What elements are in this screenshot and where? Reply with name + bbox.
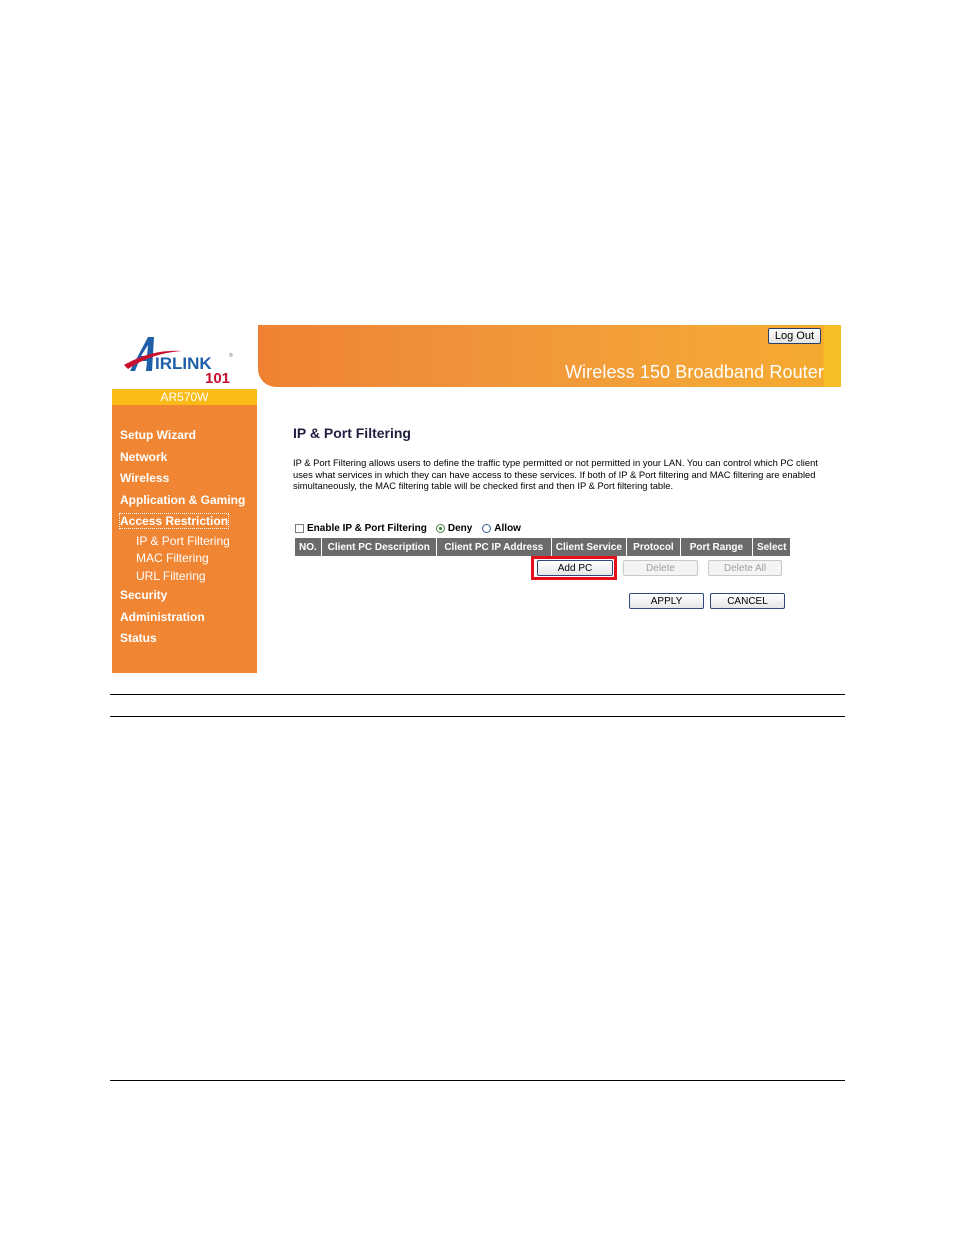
filter-options: Enable IP & Port Filtering Deny Allow: [295, 523, 521, 534]
sidebar-item-label: Application & Gaming: [120, 492, 246, 507]
divider-line: [110, 1080, 845, 1081]
sidebar-item-label: Administration: [120, 609, 205, 624]
sidebar-item-label: Security: [120, 588, 168, 602]
allow-radio[interactable]: [482, 524, 492, 533]
sidebar-subitem-url-filtering[interactable]: URL Filtering: [120, 568, 245, 586]
sidebar-item-label: Setup Wizard: [120, 428, 196, 442]
sidebar-item-label: Status: [120, 631, 157, 645]
sidebar-item-security[interactable]: Security: [120, 585, 245, 607]
col-port-range: Port Range: [680, 538, 753, 556]
svg-text:®: ®: [229, 352, 233, 359]
page-description: IP & Port Filtering allows users to defi…: [293, 457, 818, 491]
sidebar-subitem-mac-filtering[interactable]: MAC Filtering: [120, 550, 245, 568]
apply-button[interactable]: APPLY: [629, 593, 704, 609]
col-description: Client PC Description: [321, 538, 437, 556]
cancel-button[interactable]: CANCEL: [710, 593, 785, 609]
sidebar-item-administration[interactable]: Administration: [120, 607, 245, 629]
sidebar-item-setup-wizard[interactable]: Setup Wizard: [120, 425, 245, 447]
header-banner: Log Out Wireless 150 Broadband Router: [258, 325, 841, 387]
sidebar-item-label: Network: [120, 449, 168, 464]
enable-filtering-label: Enable IP & Port Filtering: [307, 523, 427, 534]
filter-rules-table: NO. Client PC Description Client PC IP A…: [295, 538, 791, 556]
sidebar: Setup Wizard Network Wireless Applicatio…: [112, 405, 257, 673]
sidebar-nav: Setup Wizard Network Wireless Applicatio…: [118, 425, 245, 650]
sidebar-item-wireless[interactable]: Wireless: [120, 468, 245, 490]
col-client-service: Client Service: [551, 538, 627, 556]
logo-text: IRLINK: [155, 354, 212, 373]
logout-button[interactable]: Log Out: [767, 328, 821, 344]
sidebar-item-access-restriction[interactable]: Access Restriction: [118, 511, 245, 533]
page-title: IP & Port Filtering: [293, 425, 411, 441]
enable-filtering-checkbox[interactable]: [295, 524, 304, 533]
airlink-logo: IRLINK ® 101: [112, 325, 258, 387]
col-protocol: Protocol: [626, 538, 681, 556]
delete-all-button[interactable]: Delete All: [708, 560, 782, 576]
col-ip-address: Client PC IP Address: [436, 538, 552, 556]
allow-label: Allow: [494, 523, 521, 534]
col-no: NO.: [295, 538, 322, 556]
model-label: AR570W: [112, 389, 257, 405]
delete-button[interactable]: Delete: [623, 560, 698, 576]
deny-label: Deny: [447, 523, 473, 534]
product-title: Wireless 150 Broadband Router: [564, 362, 824, 382]
sidebar-item-label: Wireless: [120, 471, 170, 485]
sidebar-item-label: Access Restriction: [118, 513, 230, 529]
divider-line: [110, 716, 845, 717]
add-pc-highlight: [531, 556, 617, 580]
sidebar-item-network[interactable]: Network: [120, 447, 245, 469]
deny-radio[interactable]: [435, 524, 445, 533]
sidebar-item-status[interactable]: Status: [120, 628, 245, 650]
col-select: Select: [752, 538, 791, 556]
divider-line: [110, 694, 845, 695]
sidebar-subitem-ip-port-filtering[interactable]: IP & Port Filtering: [120, 533, 245, 551]
logo-number: 101: [205, 370, 230, 383]
airlink-logo-icon: IRLINK ® 101: [124, 337, 233, 383]
sidebar-item-application-gaming[interactable]: Application & Gaming: [120, 490, 245, 512]
table-header-row: NO. Client PC Description Client PC IP A…: [295, 538, 791, 556]
